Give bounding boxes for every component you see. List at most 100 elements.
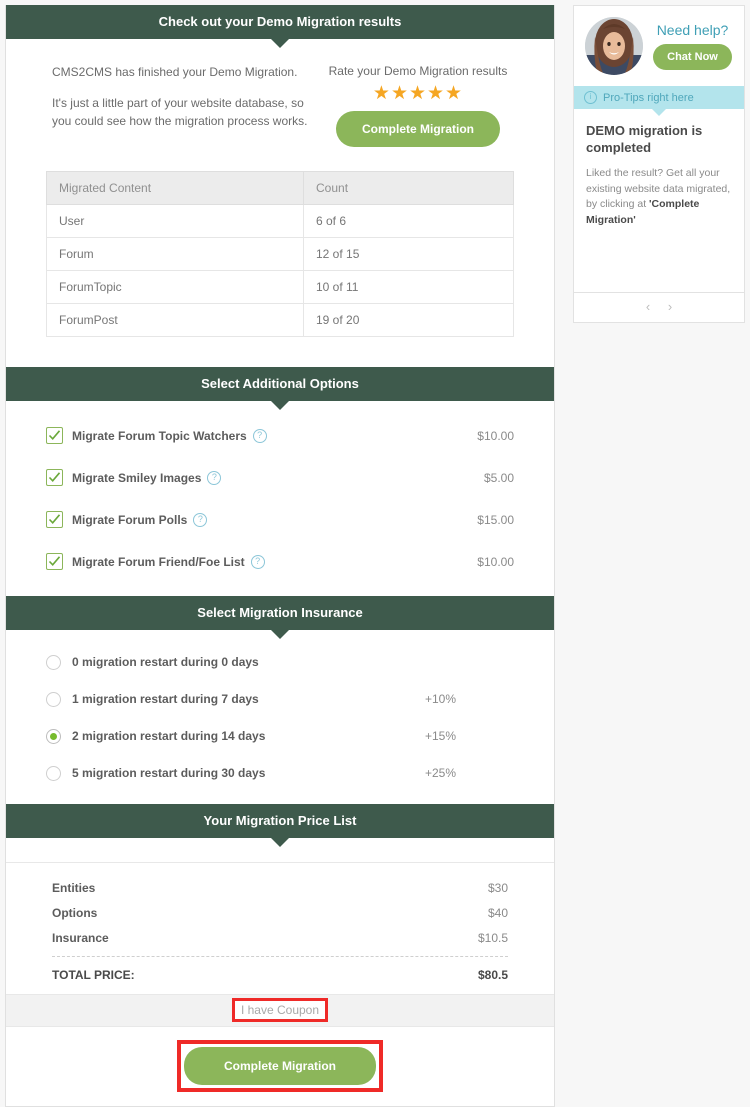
cell-content: ForumTopic	[46, 270, 304, 304]
radio-1-restart-7-days[interactable]	[46, 691, 61, 707]
results-paragraph-1: CMS2CMS has finished your Demo Migration…	[52, 65, 298, 79]
sidebar: Need help? Chat Now i Pro-Tips right her…	[573, 5, 745, 323]
option-price: $10.00	[477, 554, 514, 569]
column-header-content: Migrated Content	[46, 171, 304, 205]
column-header-count: Count	[303, 171, 514, 205]
options-header-title: Select Additional Options	[201, 376, 359, 391]
coupon-bar: I have Coupon	[6, 994, 554, 1027]
radio-2-restarts-14-days[interactable]	[46, 728, 61, 744]
option-row: Migrate Forum Topic Watchers ? $10.00	[46, 421, 514, 450]
option-row: Migrate Forum Polls ? $15.00	[46, 505, 514, 534]
check-icon	[48, 472, 61, 482]
option-label: Migrate Forum Topic Watchers	[72, 428, 247, 443]
price-row: Insurance $10.5	[52, 931, 508, 945]
chat-now-button[interactable]: Chat Now	[653, 44, 732, 70]
price-label: Entities	[52, 881, 96, 895]
option-price: $5.00	[483, 470, 514, 485]
price-value: $40	[487, 906, 508, 920]
insurance-row: 1 migration restart during 7 days +10%	[46, 689, 514, 709]
table-row: ForumTopic 10 of 11	[46, 270, 514, 304]
header-notch-icon	[271, 630, 289, 639]
table-row: Forum 12 of 15	[46, 237, 514, 271]
price-row: Options $40	[52, 906, 508, 920]
cell-count: 10 of 11	[303, 270, 514, 304]
options-body: Migrate Forum Topic Watchers ? $10.00 Mi…	[6, 401, 554, 596]
complete-migration-highlight: Complete Migration	[176, 1040, 384, 1092]
next-tip-icon[interactable]: ›	[661, 299, 679, 314]
insurance-price: +15%	[424, 729, 456, 743]
option-row: Migrate Smiley Images ? $5.00	[46, 463, 514, 492]
pro-tips-label: Pro-Tips right here	[603, 91, 694, 104]
help-question-icon[interactable]: ?	[252, 428, 267, 443]
checkbox-migrate-forum-topic-watchers[interactable]	[46, 427, 63, 444]
insurance-row: 0 migration restart during 0 days	[46, 652, 514, 672]
table-row: ForumPost 19 of 20	[46, 303, 514, 337]
help-question-icon[interactable]: ?	[250, 554, 265, 569]
price-label: Insurance	[52, 931, 109, 945]
table-header-row: Migrated Content Count	[46, 171, 514, 205]
check-icon	[48, 556, 61, 566]
insurance-row: 2 migration restart during 14 days +15%	[46, 726, 514, 746]
protip-notch-icon	[652, 109, 666, 116]
tip-text: Liked the result? Get all your existing …	[586, 166, 732, 229]
section-header-options: Select Additional Options	[6, 367, 554, 410]
header-notch-icon	[271, 39, 289, 48]
option-label: Migrate Forum Polls	[72, 512, 188, 527]
star-rating-icon[interactable]: ★★★★★	[328, 84, 508, 103]
section-header-results: Check out your Demo Migration results	[6, 5, 554, 48]
price-list-header-title: Your Migration Price List	[203, 813, 357, 828]
price-divider	[52, 956, 508, 957]
final-action-bar: Complete Migration	[6, 1027, 554, 1106]
price-label: Options	[52, 906, 98, 920]
info-icon: i	[584, 91, 597, 104]
rate-label: Rate your Demo Migration results	[328, 64, 508, 78]
insurance-header-title: Select Migration Insurance	[197, 605, 363, 620]
help-question-icon[interactable]: ?	[193, 512, 208, 527]
need-help-label: Need help?	[656, 22, 729, 38]
check-icon	[48, 430, 61, 440]
tip-navigation: ‹ ›	[574, 292, 744, 322]
help-block: Need help? Chat Now	[574, 6, 744, 86]
insurance-price: +10%	[424, 692, 456, 706]
price-value: $10.5	[477, 931, 508, 945]
results-body: CMS2CMS has finished your Demo Migration…	[6, 39, 554, 157]
cell-count: 12 of 15	[303, 237, 514, 271]
results-header-title: Check out your Demo Migration results	[158, 14, 402, 29]
option-price: $10.00	[477, 428, 514, 443]
prev-tip-icon[interactable]: ‹	[639, 299, 657, 314]
option-price: $15.00	[477, 512, 514, 527]
complete-migration-button-top[interactable]: Complete Migration	[335, 111, 500, 147]
option-row: Migrate Forum Friend/Foe List ? $10.00	[46, 547, 514, 576]
complete-migration-button-bottom[interactable]: Complete Migration	[183, 1047, 376, 1085]
check-icon	[48, 514, 61, 524]
insurance-label: 5 migration restart during 30 days	[72, 766, 266, 780]
insurance-price: +25%	[424, 766, 456, 780]
cell-count: 19 of 20	[303, 303, 514, 337]
cell-content: Forum	[46, 237, 304, 271]
price-list-body: Entities $30 Options $40 Insurance $10.5…	[6, 863, 554, 994]
radio-5-restarts-30-days[interactable]	[46, 765, 61, 781]
migrated-content-table-wrap: Migrated Content Count User 6 of 6 Forum…	[6, 157, 554, 367]
checkbox-migrate-forum-friend-foe-list[interactable]	[46, 553, 63, 570]
table-row: User 6 of 6	[46, 204, 514, 238]
header-notch-icon	[271, 838, 289, 847]
insurance-row: 5 migration restart during 30 days +25%	[46, 763, 514, 783]
page-root: Check out your Demo Migration results CM…	[0, 0, 750, 1107]
option-label: Migrate Forum Friend/Foe List	[72, 554, 245, 569]
results-paragraph-2: It's just a little part of your website …	[52, 95, 308, 129]
radio-0-restarts-0-days[interactable]	[46, 654, 61, 670]
help-question-icon[interactable]: ?	[207, 470, 222, 485]
total-price-value: $80.5	[477, 968, 508, 982]
insurance-label: 1 migration restart during 7 days	[72, 692, 259, 706]
cell-content: ForumPost	[46, 303, 304, 337]
checkbox-migrate-forum-polls[interactable]	[46, 511, 63, 528]
pro-tips-bar: i Pro-Tips right here	[574, 86, 744, 116]
migrated-content-table: Migrated Content Count User 6 of 6 Forum…	[46, 171, 514, 337]
tip-title: DEMO migration is completed	[586, 123, 703, 155]
header-notch-icon	[271, 401, 289, 410]
main-panel: Check out your Demo Migration results CM…	[5, 5, 555, 1107]
avatar	[585, 17, 643, 75]
checkbox-migrate-smiley-images[interactable]	[46, 469, 63, 486]
i-have-coupon-link[interactable]: I have Coupon	[231, 998, 329, 1022]
insurance-label: 0 migration restart during 0 days	[72, 655, 259, 669]
